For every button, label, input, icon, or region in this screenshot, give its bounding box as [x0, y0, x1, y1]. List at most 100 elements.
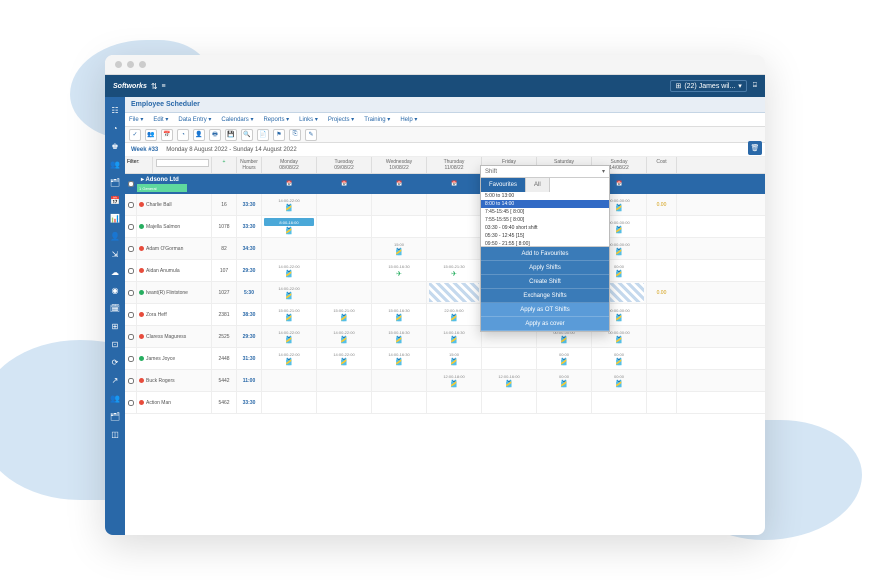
sidebar-item[interactable]: 📊 — [105, 209, 125, 227]
employee-name[interactable]: Action Man — [137, 392, 212, 413]
tool-flag-icon[interactable]: ⚑ — [273, 129, 285, 141]
employee-row[interactable]: Zora Heff238138:3015:00-21:00🎽15:00-21:0… — [125, 304, 765, 326]
tool-print-icon[interactable]: 🖶 — [209, 129, 221, 141]
employee-name[interactable]: Charlie Ball — [137, 194, 212, 215]
day-cell[interactable]: 15:00🎽 — [427, 348, 482, 369]
action-exchange-shifts[interactable]: Exchange Shifts — [481, 289, 609, 303]
day-cell[interactable]: 00:00🎽 — [592, 370, 647, 391]
day-cell[interactable]: 8:00-16:00🎽 — [262, 216, 317, 237]
menu-projects[interactable]: Projects ▾ — [328, 116, 354, 123]
day-cell[interactable]: 14:00-22:00🎽 — [317, 348, 372, 369]
delete-button[interactable]: 🗑 — [748, 141, 762, 155]
day-cell[interactable] — [427, 282, 482, 303]
sidebar-item[interactable]: 👥 — [105, 155, 125, 173]
day-picker-icon[interactable]: 📅 — [613, 179, 627, 189]
employee-row[interactable]: Aidan Anumula10729:3014:00-22:00🎽15:00-1… — [125, 260, 765, 282]
day-cell[interactable]: 15:00-16:30🎽 — [372, 326, 427, 347]
employee-name[interactable]: Majella Salmon — [137, 216, 212, 237]
day-cell[interactable] — [427, 238, 482, 259]
day-cell[interactable]: 14:00-22:00🎽 — [262, 326, 317, 347]
employee-name[interactable]: Aidan Anumula — [137, 260, 212, 281]
dropdown-option[interactable]: 09:50 - 21:55 [ 8:00] — [481, 240, 609, 247]
name-filter-input[interactable] — [156, 159, 209, 167]
day-cell[interactable] — [262, 392, 317, 413]
employee-name[interactable]: Adam O'Gorman — [137, 238, 212, 259]
day-cell[interactable]: 14:00-22:00🎽 — [262, 282, 317, 303]
menu-edit[interactable]: Edit ▾ — [153, 116, 168, 123]
sidebar-item[interactable]: 🗂 — [105, 407, 125, 425]
day-cell[interactable] — [372, 392, 427, 413]
row-check[interactable] — [125, 392, 137, 413]
dropdown-option[interactable]: 05:30 - 12:45 [15] — [481, 232, 609, 240]
day-cell[interactable] — [537, 392, 592, 413]
day-cell[interactable]: 00:00🎽 — [592, 348, 647, 369]
employee-row[interactable]: James Joyce244831:3014:00-22:00🎽14:00-22… — [125, 348, 765, 370]
sidebar-item[interactable]: ♚ — [105, 137, 125, 155]
day-cell[interactable] — [427, 194, 482, 215]
day-cell[interactable] — [482, 392, 537, 413]
tool-cal-icon[interactable]: 📅 — [161, 129, 173, 141]
tool-group-icon[interactable]: 👥 — [145, 129, 157, 141]
sidebar-item[interactable]: ↗ — [105, 371, 125, 389]
day-cell[interactable] — [317, 194, 372, 215]
employee-name[interactable]: Buck Rogers — [137, 370, 212, 391]
employee-name[interactable]: Claress Maguress — [137, 326, 212, 347]
tab-favourites[interactable]: Favourites — [481, 178, 526, 192]
tool-clock-icon[interactable]: ◔ — [177, 129, 189, 141]
employee-row[interactable]: Charlie Ball1633:3014:00-22:00🎽00:00-00:… — [125, 194, 765, 216]
day-cell[interactable] — [372, 194, 427, 215]
row-check[interactable] — [125, 304, 137, 325]
dropdown-select[interactable]: Shift ▾ — [481, 166, 609, 178]
day-cell[interactable] — [592, 392, 647, 413]
action-add-favourites[interactable]: Add to Favourites — [481, 247, 609, 261]
tool-user-icon[interactable]: 👤 — [193, 129, 205, 141]
day-cell[interactable]: 15:00-21:00🎽 — [317, 304, 372, 325]
window-dot[interactable] — [115, 61, 122, 68]
action-apply-ot[interactable]: Apply as OT Shifts — [481, 303, 609, 317]
day-cell[interactable]: 15:00-16:30✈ — [372, 260, 427, 281]
day-cell[interactable] — [317, 238, 372, 259]
day-cell[interactable] — [427, 216, 482, 237]
day-cell[interactable]: 15:00-16:30🎽 — [372, 304, 427, 325]
dropdown-option[interactable]: 5:00 to 13:00 — [481, 192, 609, 200]
tool-copy-icon[interactable]: ⎘ — [289, 129, 301, 141]
user-selector[interactable]: ⊞ (22) James wil... ▾ — [670, 80, 746, 92]
row-check[interactable] — [125, 282, 137, 303]
tool-brush-icon[interactable]: ✎ — [305, 129, 317, 141]
row-check[interactable] — [125, 348, 137, 369]
day-cell[interactable]: 14:00-22:00🎽 — [262, 348, 317, 369]
sidebar-item[interactable]: ⊞ — [105, 317, 125, 335]
day-cell[interactable]: 15:00-21:00🎽 — [262, 304, 317, 325]
day-cell[interactable] — [482, 348, 537, 369]
sidebar-item[interactable]: ◔ — [105, 119, 125, 137]
action-apply-cover[interactable]: Apply as cover — [481, 317, 609, 331]
day-cell[interactable] — [262, 370, 317, 391]
day-cell[interactable]: 12:00-16:00🎽 — [482, 370, 537, 391]
menu-links[interactable]: Links ▾ — [299, 116, 318, 123]
day-cell[interactable]: 14:00-22:00🎽 — [262, 194, 317, 215]
row-check[interactable] — [125, 238, 137, 259]
day-cell[interactable]: 00:00🎽 — [537, 348, 592, 369]
nav-arrows-icon[interactable]: ⇅ — [151, 82, 158, 91]
day-cell[interactable] — [317, 370, 372, 391]
sidebar-item[interactable]: 📅 — [105, 191, 125, 209]
menu-file[interactable]: File ▾ — [129, 116, 143, 123]
day-cell[interactable] — [427, 392, 482, 413]
dropdown-option[interactable]: 8:00 to 14:00 — [481, 200, 609, 208]
sidebar-item[interactable]: ⇲ — [105, 245, 125, 263]
sidebar-item[interactable]: ☷ — [105, 101, 125, 119]
day-cell[interactable] — [372, 216, 427, 237]
menu-reports[interactable]: Reports ▾ — [263, 116, 289, 123]
day-cell[interactable] — [372, 370, 427, 391]
row-check[interactable] — [125, 260, 137, 281]
row-check[interactable] — [125, 216, 137, 237]
window-dot[interactable] — [127, 61, 134, 68]
dropdown-option[interactable]: 7:45-15:45 [ 8:00] — [481, 208, 609, 216]
group-check[interactable] — [128, 181, 134, 187]
day-cell[interactable]: 14:00-22:00🎽 — [262, 260, 317, 281]
employee-row[interactable]: Action Man546233:30 — [125, 392, 765, 414]
dropdown-option[interactable]: 03:30 - 09:40 short shift — [481, 224, 609, 232]
row-check[interactable] — [125, 370, 137, 391]
day-cell[interactable] — [317, 216, 372, 237]
tool-check-icon[interactable]: ✓ — [129, 129, 141, 141]
